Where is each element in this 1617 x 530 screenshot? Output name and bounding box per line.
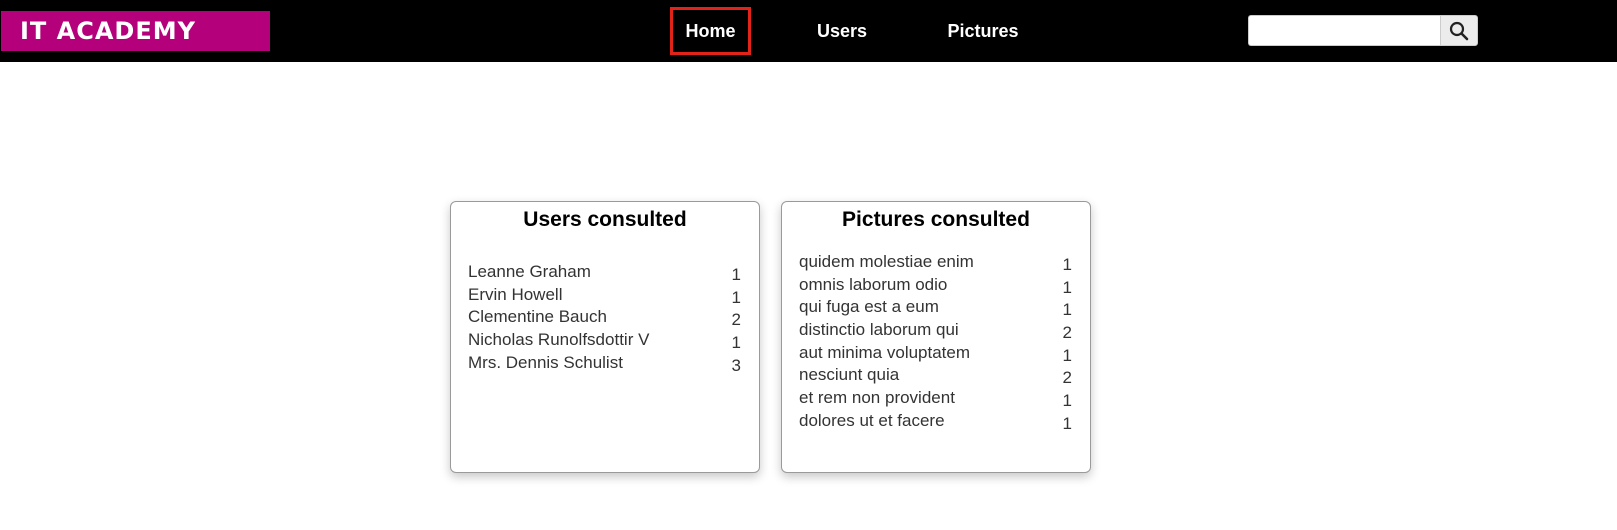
user-row-count: 1	[731, 333, 741, 353]
picture-row: aut minima voluptatem 1	[799, 342, 1072, 365]
user-row-count: 1	[731, 287, 741, 307]
users-consulted-list: Leanne Graham 1 Ervin Howell 1 Clementine Ba…	[468, 261, 741, 375]
user-row: Leanne Graham 1	[468, 261, 741, 284]
picture-row: distinctio laborum qui 2	[799, 319, 1072, 342]
picture-row-name: et rem non provident	[799, 388, 955, 408]
user-row-name: Nicholas Runolfsdottir V	[468, 330, 650, 350]
users-consulted-card: Users consulted Leanne Graham 1 Ervin Howe…	[450, 201, 760, 473]
picture-row-name: quidem molestiae enim	[799, 252, 974, 271]
user-row: Ervin Howell 1	[468, 284, 741, 307]
user-row-name: Ervin Howell	[468, 284, 563, 304]
picture-row-name: aut minima voluptatem	[799, 342, 971, 362]
picture-row-count: 1	[1062, 255, 1072, 274]
picture-row: et rem non provident 1	[799, 387, 1072, 410]
user-row-name: Clementine Bauch	[468, 307, 607, 327]
user-row: Mrs. Dennis Schulist 3	[468, 352, 741, 375]
nav-home-link[interactable]: Home	[670, 7, 751, 55]
user-row-name: Mrs. Dennis Schulist	[468, 352, 623, 372]
pictures-consulted-list: quidem molestiae enim 1 omnis laborum odio…	[799, 251, 1072, 433]
logo[interactable]: IT ACADEMY	[1, 11, 270, 51]
search-button[interactable]	[1440, 15, 1478, 46]
user-row: Clementine Bauch 2	[468, 306, 741, 329]
user-row: Nicholas Runolfsdottir V 1	[468, 329, 741, 352]
picture-row-name: distinctio laborum qui	[799, 320, 959, 340]
picture-row-name: dolores ut et facere	[799, 410, 945, 430]
navbar: IT ACADEMY Home Users Pictures	[0, 0, 1617, 62]
picture-row-name: omnis laborum odio	[799, 274, 948, 294]
picture-row-count: 1	[1062, 345, 1072, 365]
search-icon	[1449, 21, 1469, 40]
picture-row-name: nesciunt quia	[799, 365, 900, 385]
nav-users-link[interactable]: Users	[800, 7, 884, 55]
picture-row: quidem molestiae enim 1	[799, 251, 1072, 274]
pictures-consulted-title: Pictures consulted	[842, 208, 1030, 231]
picture-row-count: 1	[1062, 277, 1072, 297]
user-row-name: Leanne Graham	[468, 262, 591, 281]
picture-row-count: 1	[1062, 391, 1072, 411]
nav-pictures-link[interactable]: Pictures	[938, 7, 1028, 55]
picture-row: nesciunt quia 2	[799, 364, 1072, 387]
pictures-consulted-card: Pictures consulted quidem molestiae enim…	[781, 201, 1091, 473]
users-consulted-title: Users consulted	[523, 208, 687, 231]
picture-row-count: 1	[1062, 413, 1072, 433]
user-row-count: 2	[731, 310, 741, 330]
user-row-count: 1	[731, 265, 741, 284]
picture-row-count: 2	[1062, 368, 1072, 388]
search-input[interactable]	[1248, 15, 1440, 46]
picture-row: qui fuga est a eum 1	[799, 296, 1072, 319]
picture-row-name: qui fuga est a eum	[799, 297, 939, 317]
picture-row-count: 1	[1062, 300, 1072, 320]
picture-row-count: 2	[1062, 323, 1072, 343]
user-row-count: 3	[731, 355, 741, 375]
picture-row: omnis laborum odio 1	[799, 274, 1072, 297]
picture-row: dolores ut et facere 1	[799, 410, 1072, 433]
